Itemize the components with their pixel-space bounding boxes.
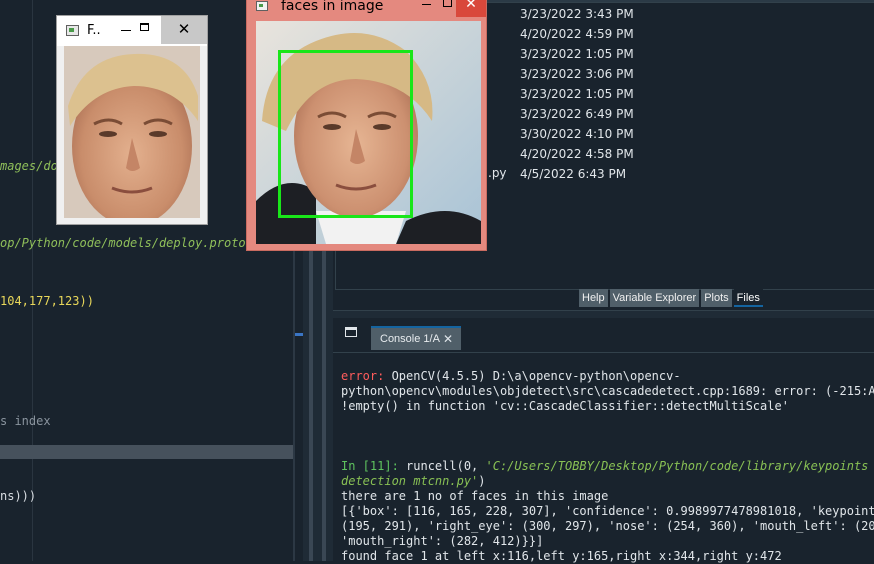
input-prompt: In [11]: [341,459,399,473]
close-button[interactable]: ✕ [456,0,486,17]
face-detection-box [278,50,413,218]
code-line[interactable]: op/Python/code/models/deploy.prototx [0,236,260,250]
face-crop-window[interactable]: F.. ✕ [56,15,208,225]
command-path-cont: detection mtcnn.py' [341,474,478,488]
current-line-highlight [0,445,293,459]
detected-face-image [256,21,481,244]
maximize-icon[interactable] [443,0,452,7]
console-line: In [11]: runcell(0, 'C:/Users/TOBBY/Desk… [341,459,874,474]
app-icon [66,25,79,36]
face-crop-image [64,46,200,218]
tab-plots[interactable]: Plots [701,289,731,307]
console-line: 'mouth_right': (282, 412)}}] [341,534,543,549]
faces-in-image-window[interactable]: faces in image ✕ [246,0,487,251]
console-line: python\opencv\modules\objdetect\src\casc… [341,384,874,399]
console-line: found face 1 at left x:116,left y:165,ri… [341,549,782,564]
ipython-console: Console 1/A ✕ error: OpenCV(4.5.5) D:\a\… [333,318,874,561]
pane-tab-bar: Help Variable Explorer Plots Files [579,289,763,307]
console-line: [{'box': [116, 165, 228, 307], 'confiden… [341,504,874,519]
tab-help[interactable]: Help [579,289,608,307]
error-label: error: [341,369,384,383]
console-tab-bar: Console 1/A ✕ [333,318,874,352]
console-window-icon[interactable] [345,327,357,337]
maximize-icon[interactable] [140,23,149,31]
code-line[interactable]: s index [0,414,51,428]
tab-variable-explorer[interactable]: Variable Explorer [610,289,700,307]
command-path: 'C:/Users/TOBBY/Desktop/Python/code/libr… [486,459,874,473]
console-line: (195, 291), 'right_eye': (300, 297), 'no… [341,519,874,534]
console-output[interactable]: error: OpenCV(4.5.5) D:\a\opencv-python\… [333,352,874,562]
tab-files[interactable]: Files [734,289,763,307]
code-line[interactable]: ns))) [0,489,36,503]
console-line: error: OpenCV(4.5.5) D:\a\opencv-python\… [341,369,681,384]
minimize-icon[interactable] [422,4,431,5]
command-text: runcell(0, [399,459,486,473]
window-titlebar[interactable]: F.. ✕ [57,16,207,46]
minimize-icon[interactable] [121,30,131,31]
app-icon [256,1,268,11]
scrollbar-marker [295,333,303,336]
splitter-handle[interactable] [309,250,313,561]
tab-console[interactable]: Console 1/A ✕ [371,326,461,350]
close-icon[interactable]: ✕ [443,328,453,350]
error-text: OpenCV(4.5.5) D:\a\opencv-python\opencv- [384,369,680,383]
command-close: ) [478,474,485,488]
console-line: there are 1 no of faces in this image [341,489,608,504]
editor-gutter [0,0,33,561]
splitter-handle[interactable] [322,250,326,561]
console-tab-label: Console 1/A [380,333,440,345]
window-title: F.. [87,23,101,38]
close-button[interactable]: ✕ [161,16,207,44]
console-line: detection mtcnn.py') [341,474,486,489]
console-line: !empty() in function 'cv::CascadeClassif… [341,399,789,414]
code-line[interactable]: 104,177,123)) [0,294,94,308]
window-title: faces in image [281,0,383,14]
